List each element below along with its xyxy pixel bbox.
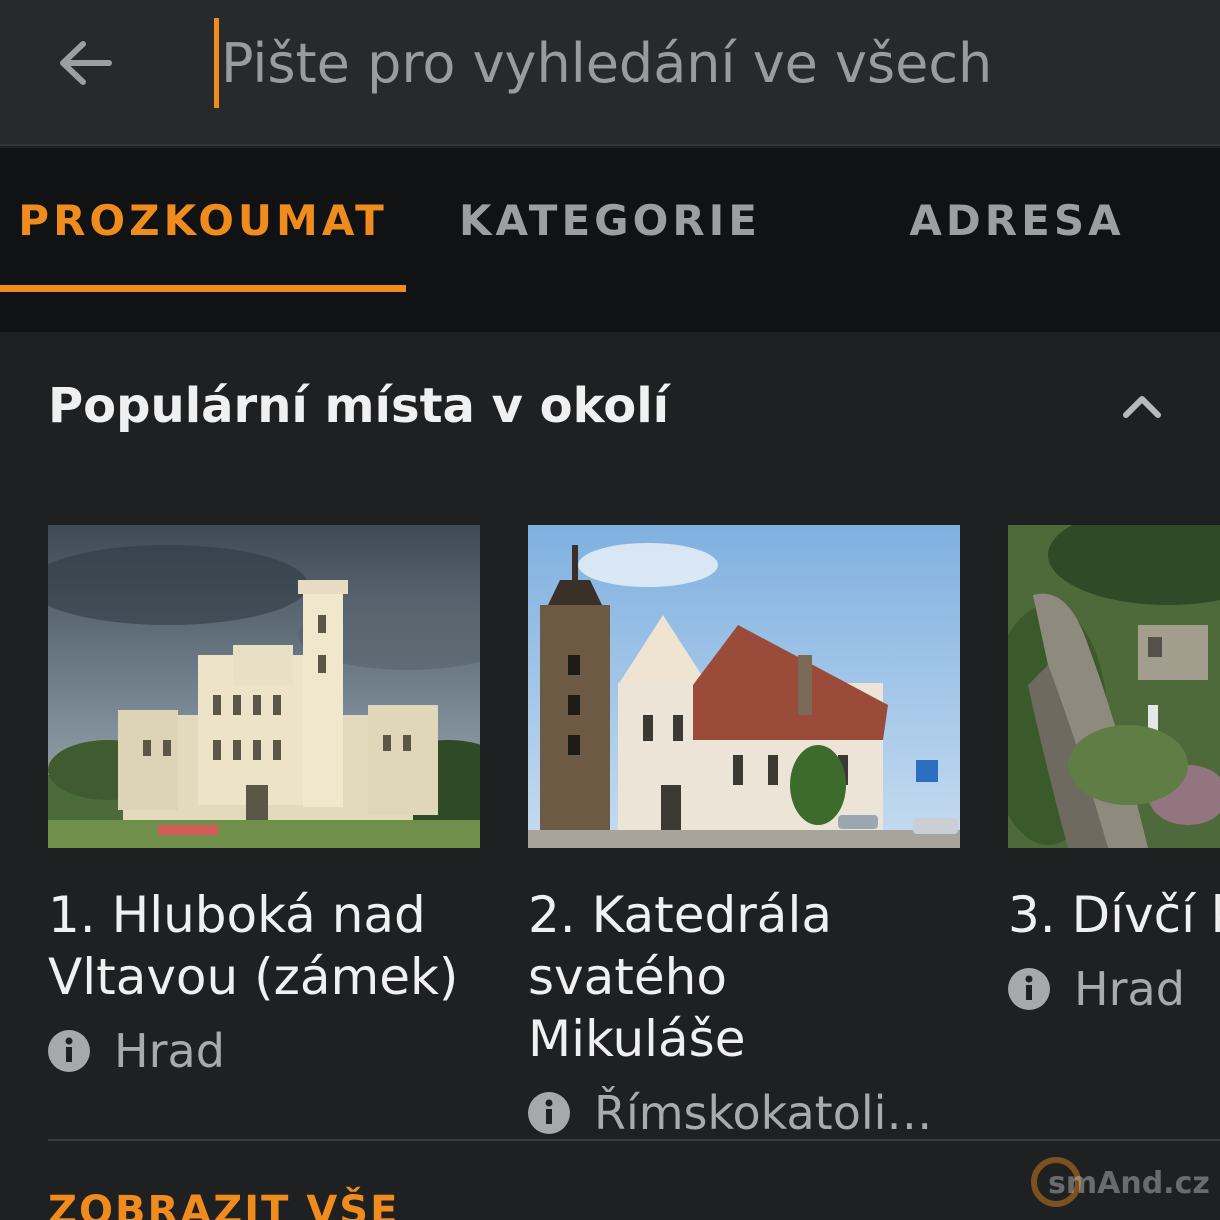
place-category: Římskokatolic… — [594, 1086, 944, 1140]
active-tab-indicator — [0, 285, 406, 292]
place-card[interactable]: 3. Dívčí k Hrad — [1008, 525, 1220, 1016]
place-category-row: Hrad — [1008, 962, 1220, 1016]
section-title: Populární místa v okolí — [48, 378, 670, 434]
place-name: 2. Katedrála svatého Mikuláše — [528, 886, 832, 1068]
place-category-row: Římskokatolic… — [528, 1086, 960, 1140]
section-divider — [48, 1139, 1220, 1141]
search-bar — [0, 0, 1220, 146]
watermark: smAnd.cz — [1028, 1156, 1220, 1216]
place-photo-katedrala — [528, 525, 960, 848]
place-card[interactable]: 2. Katedrála svatého Mikuláše Římskokato… — [528, 525, 960, 1140]
place-photo-divci-kamen — [1008, 525, 1220, 848]
info-icon — [528, 1092, 570, 1134]
tab-prozkoumat[interactable]: PROZKOUMAT — [0, 148, 406, 292]
search-input[interactable] — [214, 18, 1174, 108]
chevron-up-icon — [1123, 396, 1161, 418]
app-screen: PROZKOUMAT KATEGORIE ADRESA Populární mí… — [0, 0, 1220, 1220]
arrow-left-icon — [60, 41, 112, 85]
place-name: 3. Dívčí k — [1008, 886, 1220, 944]
back-button[interactable] — [54, 32, 116, 94]
place-name: 1. Hluboká nad Vltavou (zámek) — [48, 886, 459, 1006]
show-all-button[interactable]: ZOBRAZIT VŠE — [48, 1188, 399, 1220]
tab-bar: PROZKOUMAT KATEGORIE ADRESA — [0, 148, 1220, 332]
collapse-button[interactable] — [1114, 382, 1170, 430]
place-category: Hrad — [1074, 962, 1185, 1016]
place-card[interactable]: 1. Hluboká nad Vltavou (zámek) Hrad — [48, 525, 480, 1078]
tab-adresa[interactable]: ADRESA — [814, 148, 1220, 292]
watermark-text: smAnd.cz — [1048, 1166, 1210, 1201]
info-icon — [1008, 968, 1050, 1010]
place-photo-hluboka — [48, 525, 480, 848]
place-category: Hrad — [114, 1024, 225, 1078]
info-icon — [48, 1030, 90, 1072]
tab-kategorie[interactable]: KATEGORIE — [406, 148, 814, 292]
place-category-row: Hrad — [48, 1024, 480, 1078]
